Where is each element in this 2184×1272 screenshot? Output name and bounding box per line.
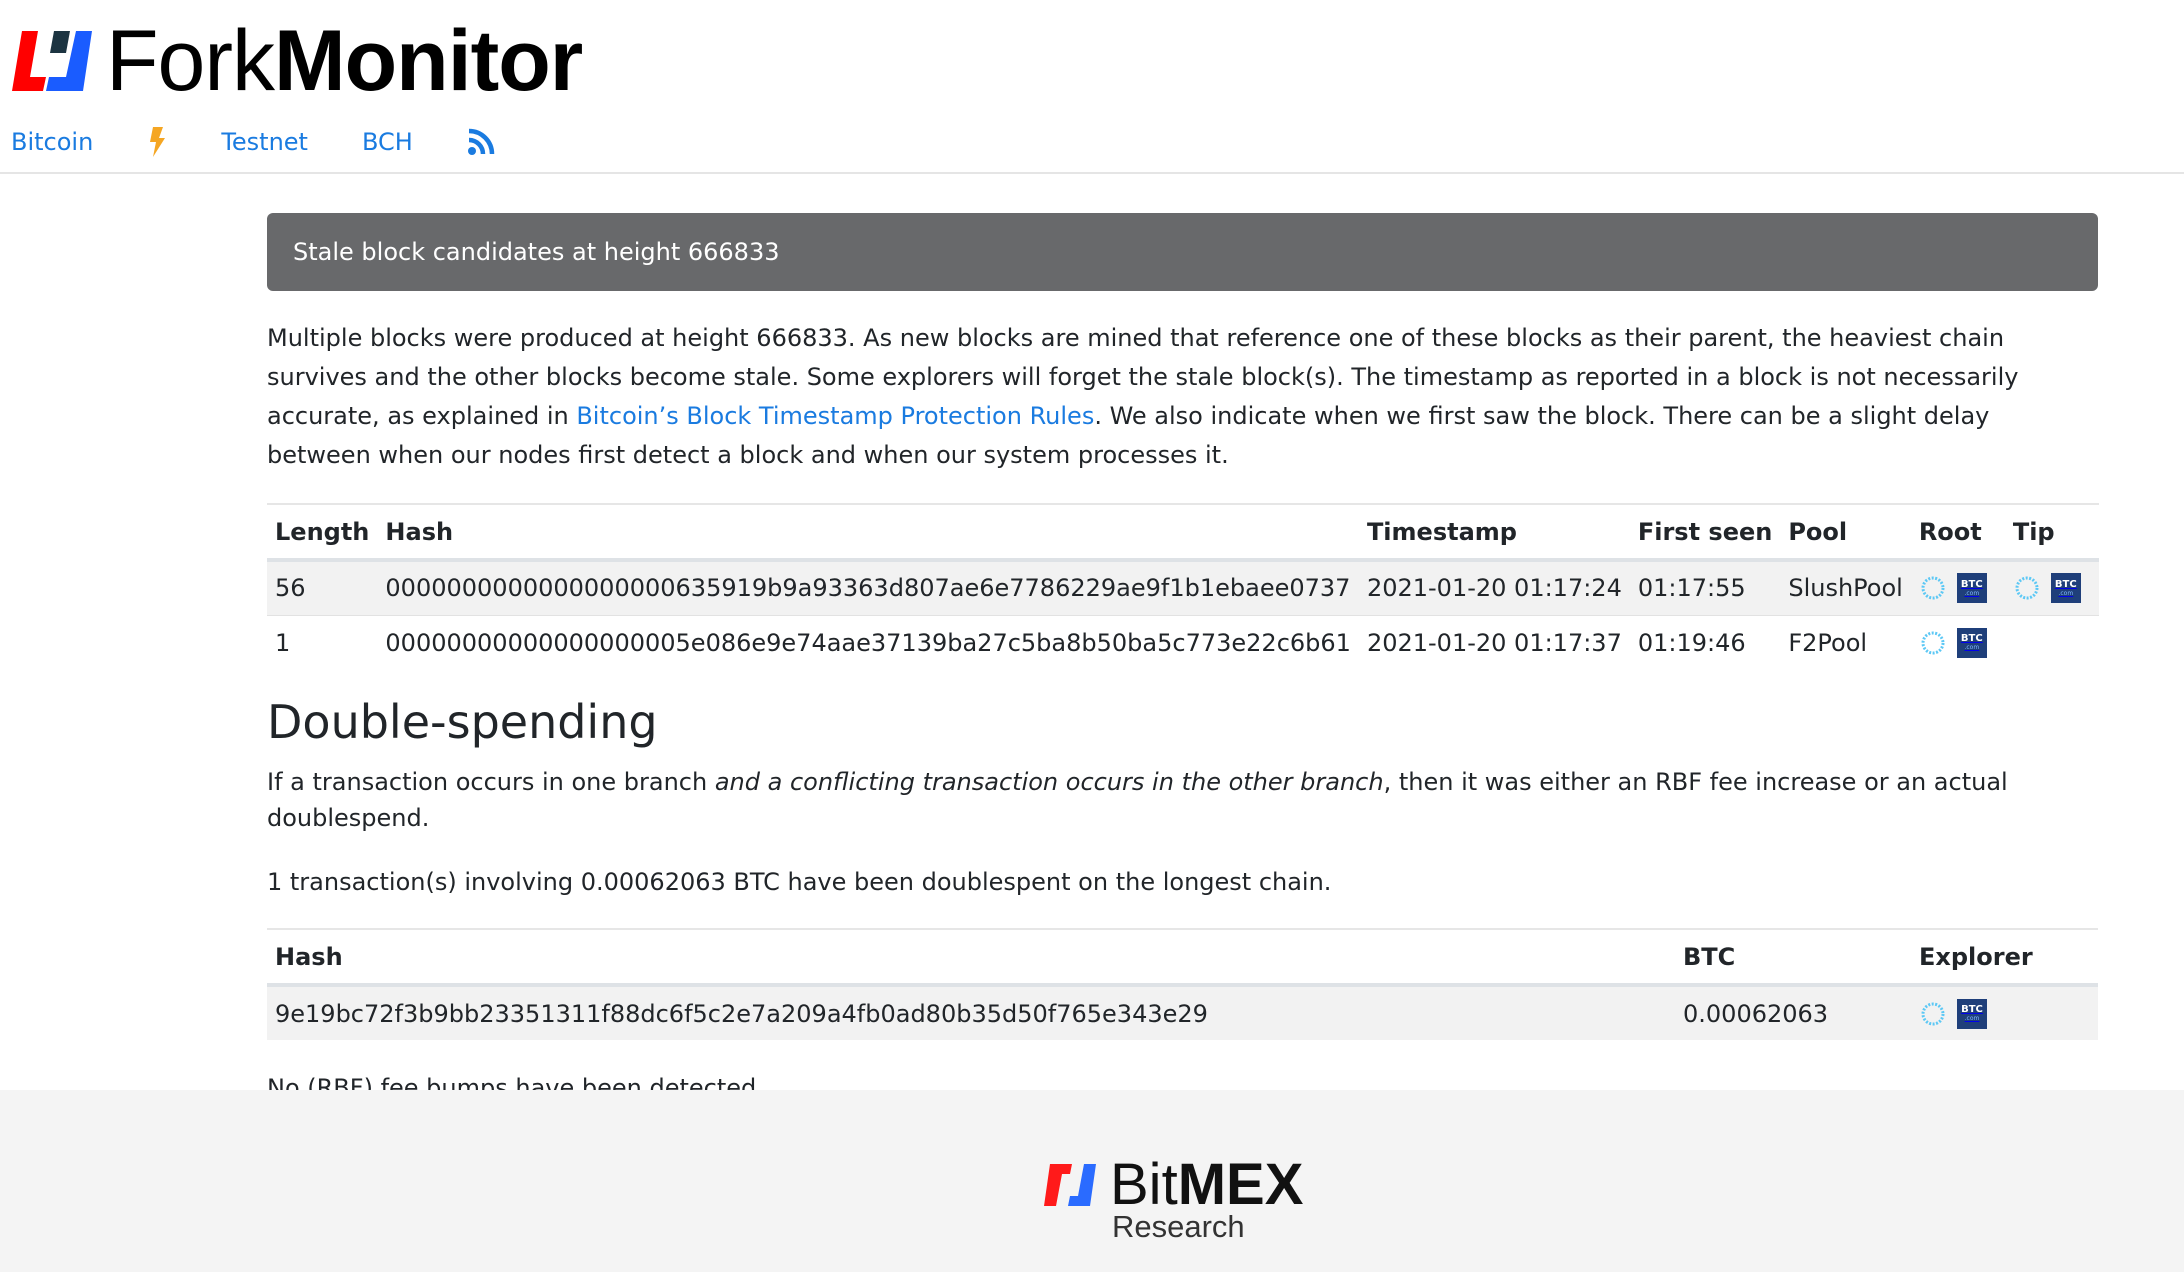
bitmex-brand: BitMEX bbox=[1110, 1156, 1303, 1214]
table-row: 9e19bc72f3b9bb23351311f88dc6f5c2e7a209a4… bbox=[267, 984, 2098, 1040]
tip-btc-com-link[interactable]: BTC .com bbox=[2050, 573, 2081, 604]
col-first-seen: First seen bbox=[1629, 503, 1781, 562]
col-explorer: Explorer bbox=[1911, 928, 2098, 987]
block-hash: 00000000000000000005e086e9e74aae37139ba2… bbox=[377, 614, 1359, 670]
btc-com-sublabel: .com bbox=[1964, 589, 1980, 597]
btc-com-icon: BTC .com bbox=[1957, 998, 1987, 1029]
btc-com-sublabel: .com bbox=[2058, 589, 2074, 597]
block-timestamp: 2021-01-20 01:17:24 bbox=[1358, 559, 1630, 615]
nav-rss-feed[interactable] bbox=[467, 128, 495, 156]
btc-com-sublabel: .com bbox=[1964, 1015, 1980, 1022]
tx-hash: 9e19bc72f3b9bb23351311f88dc6f5c2e7a209a4… bbox=[267, 984, 1675, 1040]
forkmonitor-logo-mark-icon bbox=[12, 31, 92, 91]
main-nav: Bitcoin Testnet BCH bbox=[11, 124, 549, 160]
table-row: 56 0000000000000000000635919b9a93363d807… bbox=[267, 559, 2099, 615]
block-hash: 0000000000000000000635919b9a93363d807ae6… bbox=[377, 559, 1359, 615]
site-header: ForkMonitor Bitcoin Testnet BCH bbox=[0, 0, 2184, 174]
col-timestamp: Timestamp bbox=[1358, 503, 1630, 562]
nav-lightning[interactable] bbox=[147, 127, 167, 157]
block-length: 1 bbox=[267, 614, 378, 670]
block-pool: F2Pool bbox=[1780, 614, 1911, 670]
col-pool: Pool bbox=[1780, 503, 1911, 562]
root-blockstream-link[interactable] bbox=[1919, 574, 1947, 602]
lightning-bolt-icon bbox=[150, 127, 166, 157]
col-btc: BTC bbox=[1675, 928, 1911, 987]
btc-com-icon: BTC .com bbox=[1956, 573, 1987, 604]
tx-explorers: BTC .com bbox=[1911, 984, 2098, 1040]
table-row: 1 00000000000000000005e086e9e74aae37139b… bbox=[267, 614, 2099, 670]
col-tip: Tip bbox=[2004, 503, 2099, 562]
double-spending-heading: Double-spending bbox=[267, 695, 658, 749]
btc-com-label: BTC bbox=[1960, 578, 1983, 590]
tip-explorers bbox=[2004, 614, 2099, 670]
block-first-seen: 01:19:46 bbox=[1629, 614, 1781, 670]
btc-com-icon: BTC .com bbox=[2050, 573, 2081, 604]
bitmex-research-logo[interactable]: BitMEX Research bbox=[1040, 1156, 1303, 1244]
block-pool: SlushPool bbox=[1780, 559, 1911, 615]
col-hash: Hash bbox=[377, 503, 1359, 562]
double-spending-explanation: If a transaction occurs in one branch an… bbox=[267, 764, 2098, 836]
stale-blocks-table: Length Hash Timestamp First seen Pool Ro… bbox=[267, 503, 2099, 670]
blockstream-icon bbox=[2015, 576, 2039, 600]
logo-text-fork: Fork bbox=[106, 13, 275, 109]
nav-bitcoin[interactable]: Bitcoin bbox=[11, 124, 93, 160]
root-btc-com-link[interactable]: BTC .com bbox=[1956, 573, 1987, 604]
tx-btc-amount: 0.00062063 bbox=[1675, 984, 1911, 1040]
btc-com-sublabel: .com bbox=[1964, 644, 1980, 652]
timestamp-rules-link[interactable]: Bitcoin’s Block Timestamp Protection Rul… bbox=[576, 402, 1094, 430]
explanation-text-1: If a transaction occurs in one branch bbox=[267, 768, 715, 796]
brand-bit: Bit bbox=[1110, 1152, 1178, 1217]
block-timestamp: 2021-01-20 01:17:37 bbox=[1358, 614, 1630, 670]
root-btc-com-link[interactable]: BTC .com bbox=[1956, 627, 1987, 658]
tip-blockstream-link[interactable] bbox=[2013, 574, 2041, 602]
block-first-seen: 01:17:55 bbox=[1629, 559, 1781, 615]
blockstream-icon bbox=[1921, 1002, 1945, 1025]
doublespend-summary: 1 transaction(s) involving 0.00062063 BT… bbox=[267, 868, 1332, 896]
col-tx-hash: Hash bbox=[267, 928, 1675, 987]
forkmonitor-wordmark: ForkMonitor bbox=[106, 18, 583, 104]
brand-mex: MEX bbox=[1177, 1152, 1304, 1217]
intro-paragraph: Multiple blocks were produced at height … bbox=[267, 319, 2098, 475]
btc-com-label: BTC bbox=[1960, 633, 1983, 645]
btc-com-label: BTC bbox=[2054, 578, 2077, 590]
btc-com-icon: BTC .com bbox=[1956, 627, 1987, 658]
table-header-row: Length Hash Timestamp First seen Pool Ro… bbox=[267, 503, 2099, 562]
root-explorers: BTC .com bbox=[1910, 614, 2005, 670]
forkmonitor-logo[interactable]: ForkMonitor bbox=[8, 18, 583, 104]
block-length: 56 bbox=[267, 559, 378, 615]
tip-explorers: BTC .com bbox=[2004, 559, 2099, 615]
main-content: Stale block candidates at height 666833 … bbox=[267, 213, 2099, 1106]
table-header-row: Hash BTC Explorer bbox=[267, 928, 2098, 987]
tx-blockstream-link[interactable] bbox=[1919, 1000, 1947, 1028]
tx-btc-com-link[interactable]: BTC .com bbox=[1957, 998, 1987, 1029]
btc-com-label: BTC bbox=[1961, 1004, 1983, 1015]
explanation-emphasis: and a conflicting transaction occurs in … bbox=[714, 768, 1384, 796]
site-footer: BitMEX Research bbox=[0, 1090, 2184, 1272]
col-length: Length bbox=[267, 503, 378, 562]
rss-feed-icon bbox=[467, 128, 495, 155]
col-root: Root bbox=[1910, 503, 2005, 562]
blockstream-icon bbox=[1921, 631, 1945, 655]
doublespend-table: Hash BTC Explorer 9e19bc72f3b9bb23351311… bbox=[267, 928, 2098, 1040]
nav-testnet[interactable]: Testnet bbox=[221, 124, 308, 160]
logo-text-monitor: Monitor bbox=[274, 13, 583, 109]
root-explorers: BTC .com bbox=[1910, 559, 2005, 615]
stale-block-banner: Stale block candidates at height 666833 bbox=[267, 213, 2098, 291]
blockstream-icon bbox=[1921, 576, 1945, 600]
bitmex-research-wordmark: BitMEX Research bbox=[1110, 1156, 1303, 1244]
bitmex-logo-mark-icon bbox=[1044, 1164, 1096, 1206]
nav-bch[interactable]: BCH bbox=[362, 124, 413, 160]
root-blockstream-link[interactable] bbox=[1919, 629, 1947, 657]
